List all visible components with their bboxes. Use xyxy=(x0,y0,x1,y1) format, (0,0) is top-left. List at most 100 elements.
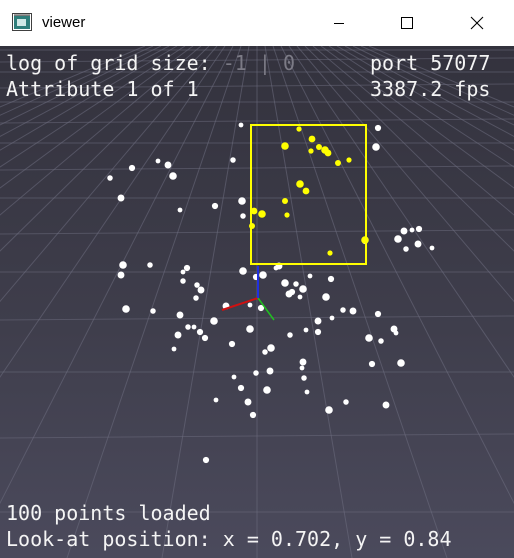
point xyxy=(128,164,136,172)
point xyxy=(202,456,210,464)
point xyxy=(174,331,182,339)
title-bar[interactable]: viewer xyxy=(0,0,514,46)
selected-point xyxy=(335,160,341,166)
point xyxy=(117,194,125,202)
fps-label: 3387.2 fps xyxy=(370,77,491,101)
point xyxy=(415,225,423,233)
point xyxy=(183,264,191,272)
point xyxy=(325,406,333,414)
point xyxy=(343,399,349,405)
selected-point xyxy=(258,210,266,218)
point xyxy=(259,271,267,279)
point xyxy=(382,401,390,409)
point xyxy=(301,375,307,381)
point xyxy=(293,281,299,287)
selected-point xyxy=(324,149,332,157)
point xyxy=(249,411,257,419)
point xyxy=(244,398,252,406)
3d-viewport[interactable]: log of grid size: -1 | 0 port 57077 Attr… xyxy=(0,46,514,558)
point xyxy=(201,334,209,342)
point xyxy=(288,288,296,296)
selected-point xyxy=(302,187,310,195)
selected-point xyxy=(284,212,290,218)
point xyxy=(164,161,172,169)
grid-line xyxy=(328,46,514,168)
point xyxy=(193,295,199,301)
point xyxy=(119,261,127,269)
point xyxy=(197,286,205,294)
point xyxy=(147,262,153,268)
viewer-window: viewer log of grid size: -1 | 0 port 570… xyxy=(0,0,514,558)
point xyxy=(210,317,218,325)
point xyxy=(194,282,200,288)
point xyxy=(299,358,307,366)
maximize-button[interactable] xyxy=(384,0,430,46)
point xyxy=(340,307,346,313)
grid-line xyxy=(344,46,514,137)
point xyxy=(299,365,305,371)
point xyxy=(322,293,330,301)
attribute-label: Attribute 1 of 1 xyxy=(6,77,199,101)
points-loaded-label: 100 points loaded xyxy=(6,501,211,525)
point xyxy=(150,308,156,314)
point xyxy=(314,317,322,325)
floor-grid xyxy=(0,46,514,558)
grid-line xyxy=(304,46,514,252)
grid-line xyxy=(368,46,514,108)
close-button[interactable] xyxy=(454,0,500,46)
point xyxy=(429,245,435,251)
point xyxy=(397,359,405,367)
grid-line xyxy=(320,46,514,189)
grid-line xyxy=(280,46,514,505)
point xyxy=(374,124,382,132)
selected-point xyxy=(296,180,304,188)
selected-point xyxy=(296,126,302,132)
point-cloud xyxy=(107,122,435,464)
point xyxy=(273,265,279,271)
point xyxy=(409,227,415,233)
point xyxy=(262,349,268,355)
point xyxy=(299,285,307,293)
point xyxy=(303,327,309,333)
selection-box xyxy=(250,124,367,265)
port-label: port 57077 xyxy=(370,51,491,75)
grid-line xyxy=(66,46,242,558)
point xyxy=(368,360,376,368)
point xyxy=(107,175,113,181)
point xyxy=(176,311,184,319)
point xyxy=(240,213,246,219)
point xyxy=(372,143,380,151)
point xyxy=(403,246,409,252)
window-title: viewer xyxy=(42,14,86,31)
point xyxy=(267,344,275,352)
point xyxy=(117,271,125,279)
selected-point xyxy=(308,135,316,143)
selected-point xyxy=(308,148,314,154)
point xyxy=(238,197,246,205)
point xyxy=(297,294,303,300)
point xyxy=(247,302,253,308)
point xyxy=(177,207,183,213)
point xyxy=(304,389,310,395)
viewer-window-icon xyxy=(12,13,32,31)
point xyxy=(231,374,237,380)
point xyxy=(196,328,204,336)
point xyxy=(155,158,161,164)
point xyxy=(394,235,402,243)
point xyxy=(378,338,384,344)
minimize-button[interactable] xyxy=(316,0,362,46)
point xyxy=(211,202,219,210)
minimize-icon xyxy=(334,23,344,24)
point xyxy=(171,346,177,352)
grid-line xyxy=(288,46,514,378)
grid-line xyxy=(296,46,514,303)
selected-point xyxy=(282,198,288,204)
point xyxy=(327,275,335,283)
selected-point xyxy=(281,142,289,150)
point xyxy=(287,332,293,338)
point xyxy=(237,384,245,392)
point-cloud-scene[interactable] xyxy=(0,46,514,558)
grid-size-values: -1 | 0 xyxy=(222,51,295,75)
look-at-label: Look-at position: x = 0.702, y = 0.84 xyxy=(6,527,452,551)
maximize-icon xyxy=(401,17,413,29)
